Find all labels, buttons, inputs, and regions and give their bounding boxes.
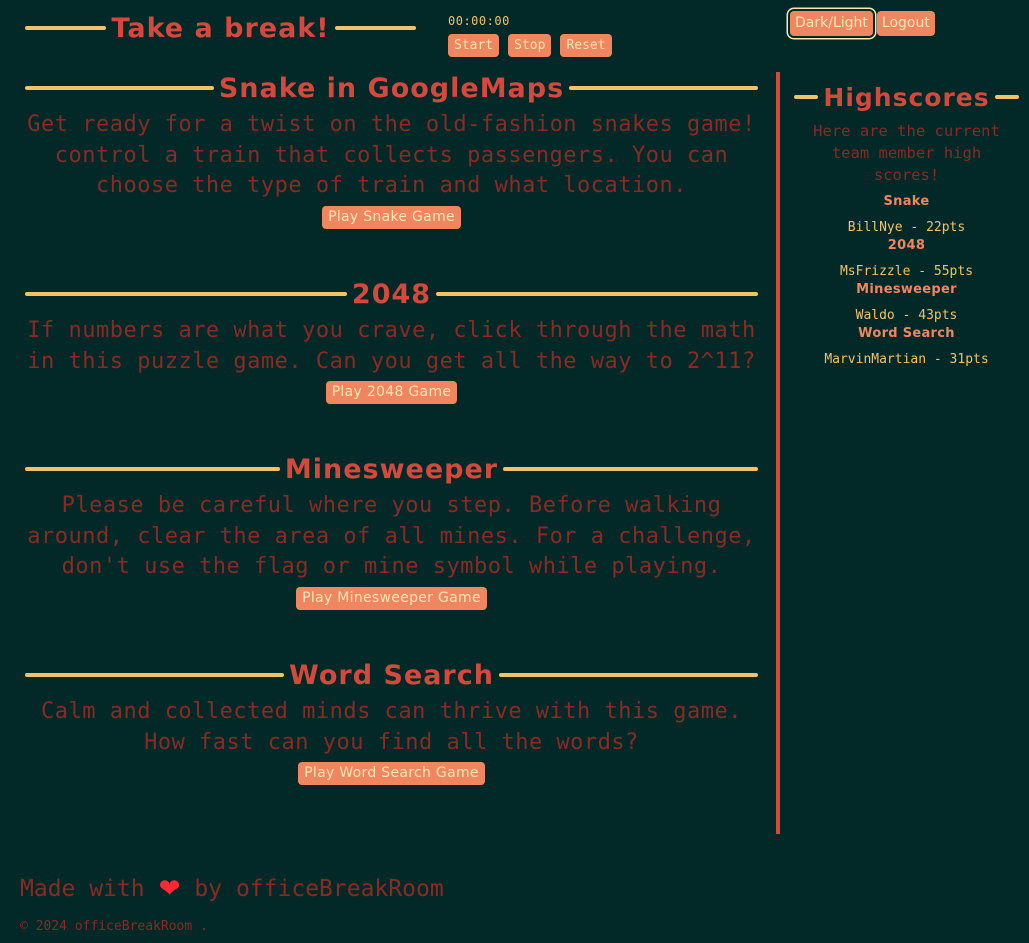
play-2048-button[interactable]: Play 2048 Game <box>325 381 458 404</box>
play-word-search-button[interactable]: Play Word Search Game <box>298 762 485 785</box>
section-heading: Word Search <box>25 658 758 692</box>
heading-line-right <box>994 95 1020 99</box>
play-minesweeper-button[interactable]: Play Minesweeper Game <box>296 586 487 610</box>
header-line-left <box>25 26 107 30</box>
game-section-2048: 2048 If numbers are what you crave, clic… <box>25 277 758 404</box>
timer-reset-button[interactable]: Reset <box>560 34 612 57</box>
top-right-controls: Dark/Light Logout <box>789 11 935 36</box>
play-snake-button[interactable]: Play Snake Game <box>322 205 461 229</box>
highscore-game-name: 2048 <box>887 238 926 253</box>
timer-stop-button[interactable]: Stop <box>508 34 552 57</box>
section-heading: 2048 <box>25 277 758 311</box>
page-title: Take a break! <box>111 12 330 44</box>
highscore-value: MarvinMartian - 31pts <box>824 352 989 367</box>
highscores-title: Highscores <box>823 82 990 112</box>
highscores-intro: Here are the current team member high sc… <box>813 122 1000 184</box>
timer-start-button[interactable]: Start <box>448 34 500 57</box>
highscores-panel: Highscores Here are the current team mem… <box>794 80 1020 368</box>
section-description: Please be careful where you step. Before… <box>27 493 756 579</box>
header-line-right <box>334 26 417 30</box>
heading-line-left <box>25 292 347 296</box>
heading-line-right <box>498 673 758 677</box>
page-header: Take a break! <box>25 10 417 46</box>
game-section-minesweeper: Minesweeper Please be careful where you … <box>25 452 758 610</box>
game-section-snake: Snake in GoogleMaps Get ready for a twis… <box>25 71 759 229</box>
footer-copyright: © 2024 officeBreakRoom . <box>20 919 208 934</box>
column-divider <box>776 72 780 834</box>
section-heading: Snake in GoogleMaps <box>25 71 759 105</box>
footer-made-with: Made with ❤ by officeBreakRoom <box>20 876 444 902</box>
heading-line-left <box>25 673 285 677</box>
section-heading: Minesweeper <box>25 452 758 486</box>
heading-line-left <box>25 86 214 90</box>
section-description: Get ready for a twist on the old-fashion… <box>27 112 756 198</box>
footer-by-text: by officeBreakRoom <box>194 876 444 902</box>
section-description: If numbers are what you crave, click thr… <box>27 318 756 374</box>
theme-toggle-button[interactable]: Dark/Light <box>790 11 873 36</box>
heading-line-right <box>503 467 758 471</box>
heart-icon: ❤ <box>158 874 181 904</box>
section-description: Calm and collected minds can thrive with… <box>40 699 742 755</box>
footer-made-with-text: Made with <box>20 876 145 902</box>
highscore-game-name: Snake <box>883 194 930 209</box>
logout-button[interactable]: Logout <box>876 11 935 36</box>
heading-line-right <box>436 292 758 296</box>
highscores-heading: Highscores <box>794 80 1020 114</box>
highscore-game-name: Minesweeper <box>856 282 957 297</box>
heading-line-left <box>794 95 819 99</box>
highscore-value: BillNye - 22pts <box>847 220 966 235</box>
heading-line-left <box>25 467 280 471</box>
heading-line-right <box>569 86 759 90</box>
section-title: Word Search <box>289 659 494 691</box>
section-title: 2048 <box>351 278 432 310</box>
timer-controls: Start Stop Reset <box>448 34 612 57</box>
section-title: Snake in GoogleMaps <box>218 72 565 104</box>
highscore-value: Waldo - 43pts <box>855 308 958 323</box>
game-section-word-search: Word Search Calm and collected minds can… <box>25 658 758 785</box>
highscore-value: MsFrizzle - 55pts <box>839 264 974 279</box>
highscore-game-name: Word Search <box>858 326 955 341</box>
section-title: Minesweeper <box>284 453 499 485</box>
timer-display: 00:00:00 <box>448 14 510 28</box>
